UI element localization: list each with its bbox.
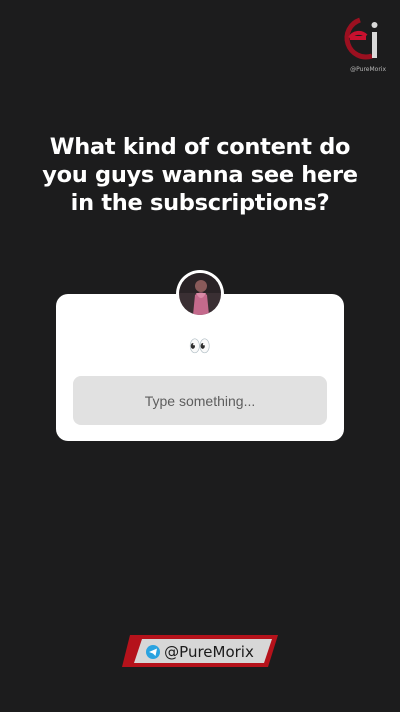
telegram-handle[interactable]: @PureMorix [140,640,260,664]
handle-label: @PureMorix [164,643,254,661]
question-title: What kind of content do you guys wanna s… [42,134,358,216]
telegram-icon [146,645,161,659]
answer-input[interactable] [73,376,327,425]
avatar [176,270,224,318]
eyes-emoji: 👀 [188,336,212,356]
brand-logo-icon [344,17,378,60]
brand-logo-subtext: @PureMorix [350,66,386,73]
profile-avatar-image [179,273,221,315]
